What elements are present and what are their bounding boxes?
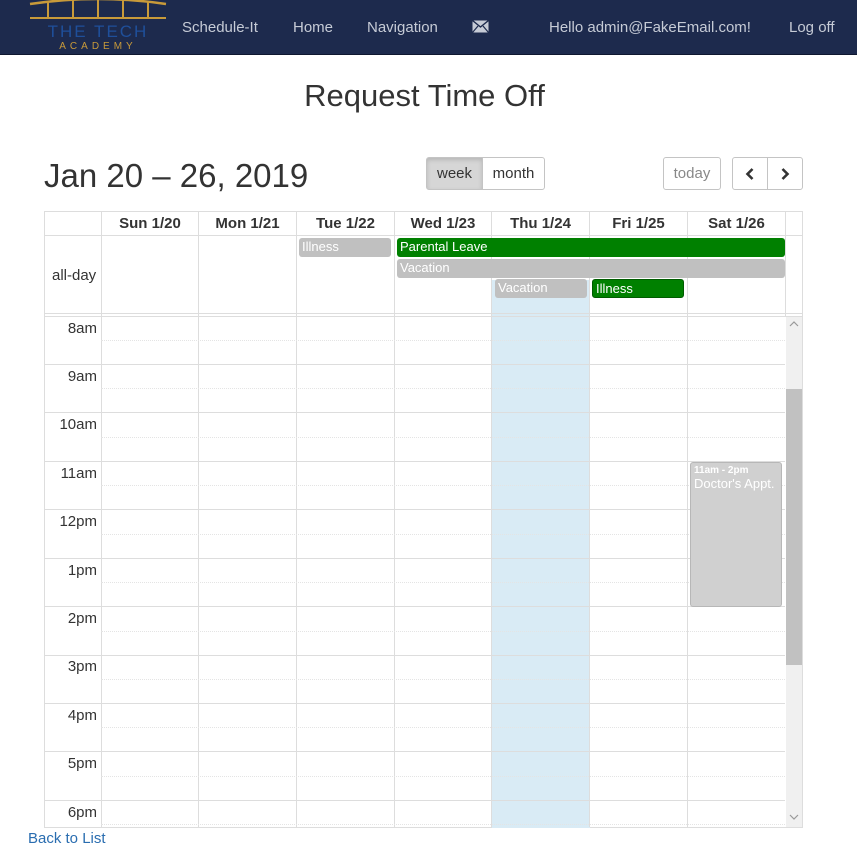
- event-title: Doctor's Appt.: [694, 476, 775, 491]
- hour-line: [45, 558, 785, 559]
- half-hour-line: [101, 631, 785, 632]
- hour-line: [45, 364, 785, 365]
- col-line: [491, 212, 492, 827]
- brand-line2: ACADEMY: [59, 41, 137, 52]
- scroll-up-icon[interactable]: [789, 320, 799, 328]
- hour-line: [45, 461, 785, 462]
- allday-divider-lower: [45, 316, 802, 317]
- half-hour-line: [101, 727, 785, 728]
- day-header-fri: Fri 1/25: [612, 215, 665, 232]
- bridge-logo-icon: [29, 0, 167, 19]
- event-doctors-appt[interactable]: 11am - 2pm Doctor's Appt.: [690, 462, 782, 607]
- nav-home[interactable]: Home: [293, 19, 333, 36]
- prev-week-button[interactable]: [732, 157, 768, 190]
- nav-schedule-it[interactable]: Schedule-It: [182, 19, 258, 36]
- hour-line: [45, 412, 785, 413]
- date-range-title: Jan 20 – 26, 2019: [44, 157, 309, 194]
- day-header-thu: Thu 1/24: [510, 215, 571, 232]
- time-label: 4pm: [67, 707, 97, 724]
- hour-line: [45, 655, 785, 656]
- scroll-down-icon[interactable]: [789, 813, 799, 821]
- hour-line: [45, 800, 785, 801]
- next-week-button[interactable]: [767, 157, 803, 190]
- log-off-link[interactable]: Log off: [789, 19, 835, 36]
- time-label: 3pm: [67, 658, 97, 675]
- time-label: 5pm: [67, 755, 97, 772]
- time-label: 11am: [60, 465, 97, 482]
- brand-logo[interactable]: THE TECH ACADEMY: [28, 0, 168, 55]
- day-header-sun: Sun 1/20: [119, 215, 181, 232]
- time-label: 8am: [67, 320, 97, 337]
- col-line: [687, 212, 688, 827]
- time-label: 10am: [59, 416, 97, 433]
- col-line: [101, 212, 102, 827]
- col-line: [589, 212, 590, 827]
- week-calendar: Sun 1/20 Mon 1/21 Tue 1/22 Wed 1/23 Thu …: [44, 211, 803, 828]
- month-view-button[interactable]: month: [482, 157, 545, 190]
- time-label: 1pm: [67, 562, 97, 579]
- day-header-mon: Mon 1/21: [215, 215, 280, 232]
- event-parental-leave[interactable]: Parental Leave: [397, 238, 785, 257]
- col-line: [394, 212, 395, 827]
- time-label: 6pm: [67, 804, 97, 821]
- col-line: [296, 212, 297, 827]
- day-header-tue: Tue 1/22: [316, 215, 375, 232]
- chevron-left-icon: [745, 167, 754, 180]
- navbar: THE TECH ACADEMY Schedule-It Home Naviga…: [0, 0, 857, 55]
- half-hour-line: [101, 388, 785, 389]
- event-illness-tue[interactable]: Illness: [299, 238, 391, 257]
- half-hour-line: [101, 534, 785, 535]
- time-label: 12pm: [59, 513, 97, 530]
- event-vacation-wed[interactable]: Vacation: [397, 259, 785, 278]
- nav-navigation[interactable]: Navigation: [367, 19, 438, 36]
- hour-line: [45, 509, 785, 510]
- time-label: 9am: [67, 368, 97, 385]
- allday-divider: [45, 313, 802, 314]
- time-label: 2pm: [67, 610, 97, 627]
- hour-line: [45, 703, 785, 704]
- half-hour-line: [101, 776, 785, 777]
- page-title: Request Time Off: [304, 78, 545, 113]
- half-hour-line: [101, 485, 785, 486]
- user-greeting-link[interactable]: Hello admin@FakeEmail.com!: [549, 19, 751, 36]
- col-line: [198, 212, 199, 827]
- half-hour-line: [101, 340, 785, 341]
- event-vacation-thu[interactable]: Vacation: [495, 279, 587, 298]
- half-hour-line: [101, 824, 785, 825]
- half-hour-line: [101, 679, 785, 680]
- week-view-button[interactable]: week: [426, 157, 483, 190]
- header-divider: [45, 235, 802, 236]
- day-header-sat: Sat 1/26: [708, 215, 765, 232]
- event-illness-fri[interactable]: Illness: [592, 279, 684, 298]
- allday-label: all-day: [52, 267, 97, 284]
- today-button[interactable]: today: [663, 157, 721, 190]
- scrollbar-thumb[interactable]: [786, 389, 802, 665]
- day-header-wed: Wed 1/23: [410, 215, 476, 232]
- half-hour-line: [101, 437, 785, 438]
- hour-line: [45, 606, 785, 607]
- envelope-icon[interactable]: [472, 20, 489, 33]
- chevron-right-icon: [781, 167, 790, 180]
- half-hour-line: [101, 582, 785, 583]
- col-line: [785, 212, 786, 316]
- event-time: 11am - 2pm: [694, 465, 749, 476]
- hour-line: [45, 751, 785, 752]
- today-column: [492, 280, 590, 828]
- back-to-list-link[interactable]: Back to List: [28, 830, 106, 847]
- brand-line1: THE TECH: [47, 22, 149, 41]
